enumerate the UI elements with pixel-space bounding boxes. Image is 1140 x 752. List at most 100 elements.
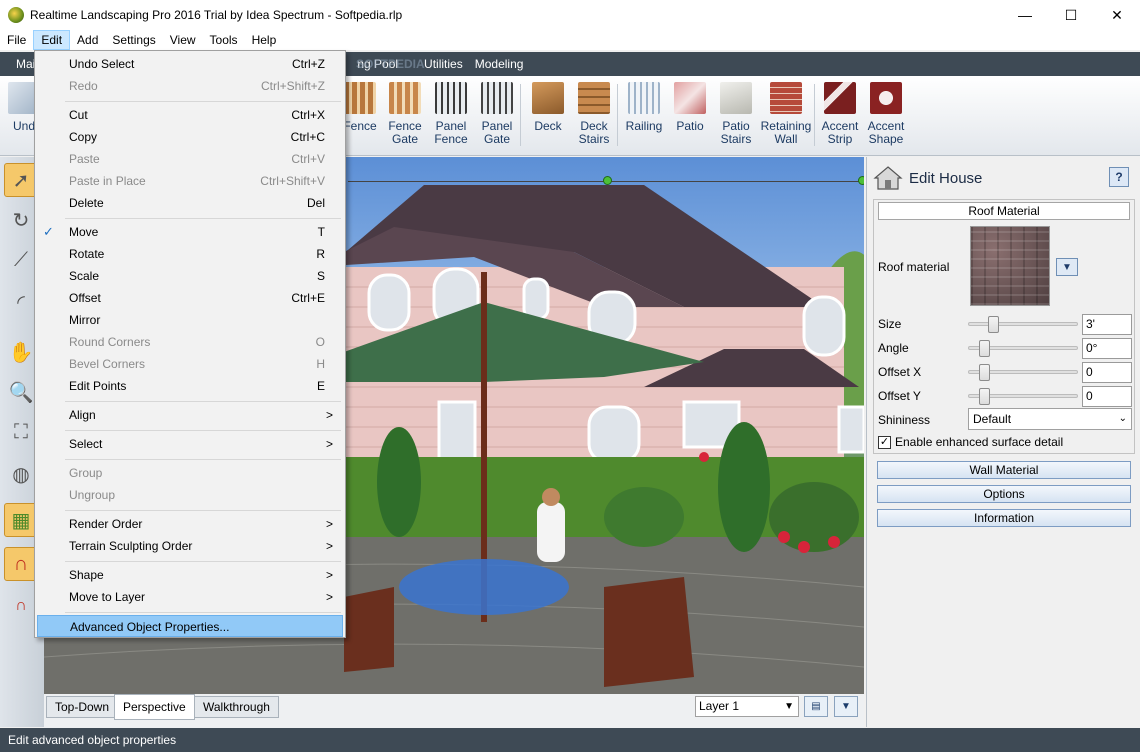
menu-tools[interactable]: Tools: [203, 30, 245, 50]
tool-retaining-wall[interactable]: Retaining Wall: [760, 82, 812, 146]
magnet-off-tool[interactable]: ∩: [4, 589, 38, 623]
offset-x-slider[interactable]: [968, 364, 1078, 381]
minimize-button[interactable]: —: [1002, 0, 1048, 30]
grid-snap-tool[interactable]: ▦: [4, 503, 38, 537]
menu-item-round-corners[interactable]: Round Corners O: [37, 331, 343, 353]
menu-item-align[interactable]: Align >: [37, 404, 343, 426]
menu-item-edit-points[interactable]: Edit Points E: [37, 375, 343, 397]
offset-y-slider-thumb[interactable]: [979, 388, 990, 405]
angle-input[interactable]: 0°: [1082, 338, 1132, 359]
size-slider[interactable]: [968, 316, 1078, 333]
wall-material-button[interactable]: Wall Material: [877, 461, 1131, 479]
menu-item-mirror[interactable]: Mirror: [37, 309, 343, 331]
selection-handle[interactable]: [603, 176, 612, 185]
tab-perspective[interactable]: Perspective: [114, 694, 195, 720]
layers-button[interactable]: ▤: [804, 696, 828, 717]
maximize-button[interactable]: ☐: [1048, 0, 1094, 30]
tool-patio-stairs[interactable]: Patio Stairs: [712, 82, 760, 146]
tool-accent-strip[interactable]: Accent Strip: [816, 82, 864, 146]
tool-patio[interactable]: Patio: [666, 82, 714, 133]
enhanced-surface-detail-checkbox[interactable]: ✓: [878, 435, 891, 449]
layers-icon: ▤: [811, 701, 821, 712]
menu-add[interactable]: Add: [70, 30, 105, 50]
tool-panel-gate[interactable]: Panel Gate: [473, 82, 521, 146]
menu-edit[interactable]: Edit: [33, 30, 71, 50]
rotate-tool[interactable]: ↻: [4, 203, 38, 237]
tool-fence-gate[interactable]: Fence Gate: [381, 82, 429, 146]
menu-item-shape[interactable]: Shape >: [37, 564, 343, 586]
roof-material-swatch[interactable]: [970, 226, 1050, 306]
chevron-down-icon: ▼: [784, 701, 794, 712]
offset-y-input[interactable]: 0: [1082, 386, 1132, 407]
tab-modeling[interactable]: Modeling: [469, 57, 530, 71]
window-title: Realtime Landscaping Pro 2016 Trial by I…: [30, 8, 403, 22]
menu-help[interactable]: Help: [245, 30, 284, 50]
menu-item-delete[interactable]: Delete Del: [37, 192, 343, 214]
panel-gate-icon: [481, 82, 513, 114]
size-slider-thumb[interactable]: [988, 316, 999, 333]
menu-item-paste[interactable]: Paste Ctrl+V: [37, 148, 343, 170]
shininess-select[interactable]: Default ⌄: [968, 408, 1132, 430]
offset-x-input[interactable]: 0: [1082, 362, 1132, 383]
menu-item-group[interactable]: Group: [37, 462, 343, 484]
menu-settings[interactable]: Settings: [105, 30, 162, 50]
offset-x-slider-thumb[interactable]: [979, 364, 990, 381]
menu-item-ungroup[interactable]: Ungroup: [37, 484, 343, 506]
angle-slider-thumb[interactable]: [979, 340, 990, 357]
menu-item-terrain-sculpting-order[interactable]: Terrain Sculpting Order >: [37, 535, 343, 557]
zoom-tool[interactable]: 🔍: [4, 375, 38, 409]
menu-file[interactable]: File: [0, 30, 33, 50]
menu-item-paste-in-place[interactable]: Paste in Place Ctrl+Shift+V: [37, 170, 343, 192]
roof-material-header-button[interactable]: Roof Material: [878, 202, 1130, 220]
magnet-snap-tool[interactable]: ∩: [4, 547, 38, 581]
orbit-tool[interactable]: ◍: [4, 457, 38, 491]
information-button[interactable]: Information: [877, 509, 1131, 527]
tool-deck[interactable]: Deck: [524, 82, 572, 133]
layer-select[interactable]: Layer 1 ▼: [695, 696, 799, 717]
menu-item-undo-select[interactable]: Undo Select Ctrl+Z: [37, 53, 343, 75]
menu-item-render-order[interactable]: Render Order >: [37, 513, 343, 535]
menu-item-offset[interactable]: Offset Ctrl+E: [37, 287, 343, 309]
menu-item-move-to-layer[interactable]: Move to Layer >: [37, 586, 343, 608]
menu-item-copy[interactable]: Copy Ctrl+C: [37, 126, 343, 148]
menu-item-scale[interactable]: Scale S: [37, 265, 343, 287]
submenu-arrow-icon: >: [325, 437, 333, 451]
chevron-down-icon: ⌄: [1118, 413, 1127, 424]
tool-accent-shape[interactable]: Accent Shape: [862, 82, 910, 146]
pan-tool[interactable]: ✋: [4, 335, 38, 369]
toolbar-separator: [814, 84, 815, 146]
options-button[interactable]: Options: [877, 485, 1131, 503]
angle-slider[interactable]: [968, 340, 1078, 357]
tab-top-down[interactable]: Top-Down: [46, 696, 119, 718]
menu-item-bevel-corners[interactable]: Bevel Corners H: [37, 353, 343, 375]
layers-dropdown-button[interactable]: ▼: [834, 696, 858, 717]
menu-item-select[interactable]: Select >: [37, 433, 343, 455]
size-input[interactable]: 3': [1082, 314, 1132, 335]
roof-material-dropdown-button[interactable]: ▼: [1056, 258, 1078, 276]
menu-item-rotate[interactable]: Rotate R: [37, 243, 343, 265]
enhanced-surface-detail-row[interactable]: ✓ Enable enhanced surface detail: [878, 435, 1063, 449]
arc-tool[interactable]: ◜: [4, 285, 38, 319]
tab-walkthrough[interactable]: Walkthrough: [194, 696, 279, 718]
properties-panel: Edit House ? Roof Material Roof material…: [866, 157, 1140, 727]
menu-item-advanced-object-properties[interactable]: Advanced Object Properties...: [37, 615, 343, 637]
hand-icon: ✋: [8, 341, 34, 364]
zoom-window-tool[interactable]: ⛶: [4, 415, 38, 449]
select-pointer-tool[interactable]: ➚: [4, 163, 38, 197]
tool-panel-fence[interactable]: Panel Fence: [427, 82, 475, 146]
menu-separator: [65, 401, 341, 402]
menu-item-redo[interactable]: Redo Ctrl+Shift+Z: [37, 75, 343, 97]
menu-view[interactable]: View: [163, 30, 203, 50]
help-button[interactable]: ?: [1109, 167, 1129, 187]
tool-railing[interactable]: Railing: [620, 82, 668, 133]
selection-handle[interactable]: [858, 176, 864, 185]
close-button[interactable]: ✕: [1094, 0, 1140, 30]
offset-y-slider[interactable]: [968, 388, 1078, 405]
menu-item-cut[interactable]: Cut Ctrl+X: [37, 104, 343, 126]
tool-deck-stairs[interactable]: Deck Stairs: [570, 82, 618, 146]
arc-icon: ◜: [17, 291, 25, 314]
rotate-icon: ↻: [12, 209, 30, 232]
fence-icon: [344, 82, 376, 114]
measure-tool[interactable]: ⟋: [4, 243, 38, 277]
menu-item-move[interactable]: ✓ Move T: [37, 221, 343, 243]
